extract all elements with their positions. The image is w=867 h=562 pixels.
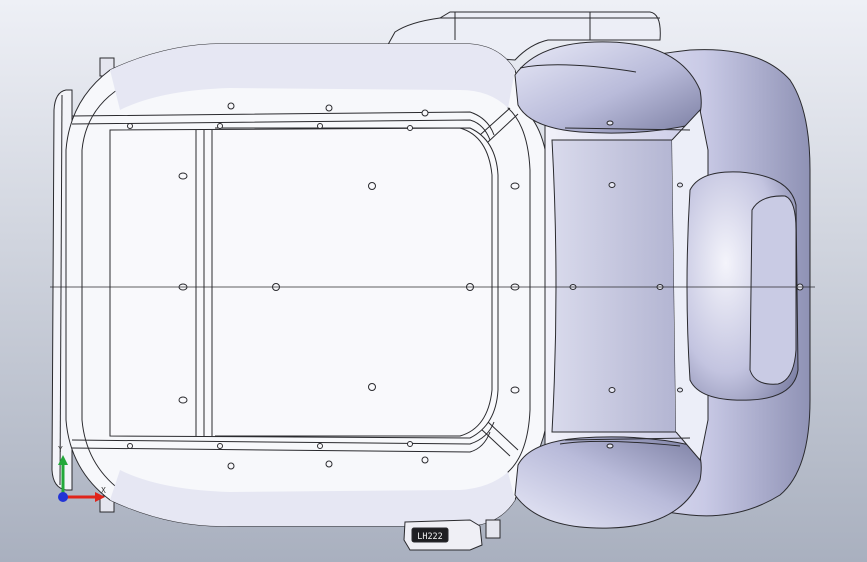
seat-assembly[interactable]: LH222 — [50, 11, 815, 551]
label-plate-text: LH222 — [417, 532, 443, 542]
3d-viewport[interactable]: LH222 X Y — [0, 0, 867, 562]
seat-center-panel — [109, 127, 499, 439]
latch-clip — [485, 519, 501, 539]
triad-y-label: Y — [58, 445, 63, 454]
cad-model-view[interactable]: LH222 X Y — [0, 0, 867, 562]
triad-x-label: X — [101, 486, 106, 495]
triad-z-origin — [58, 492, 68, 502]
headrest-pad — [749, 195, 797, 385]
